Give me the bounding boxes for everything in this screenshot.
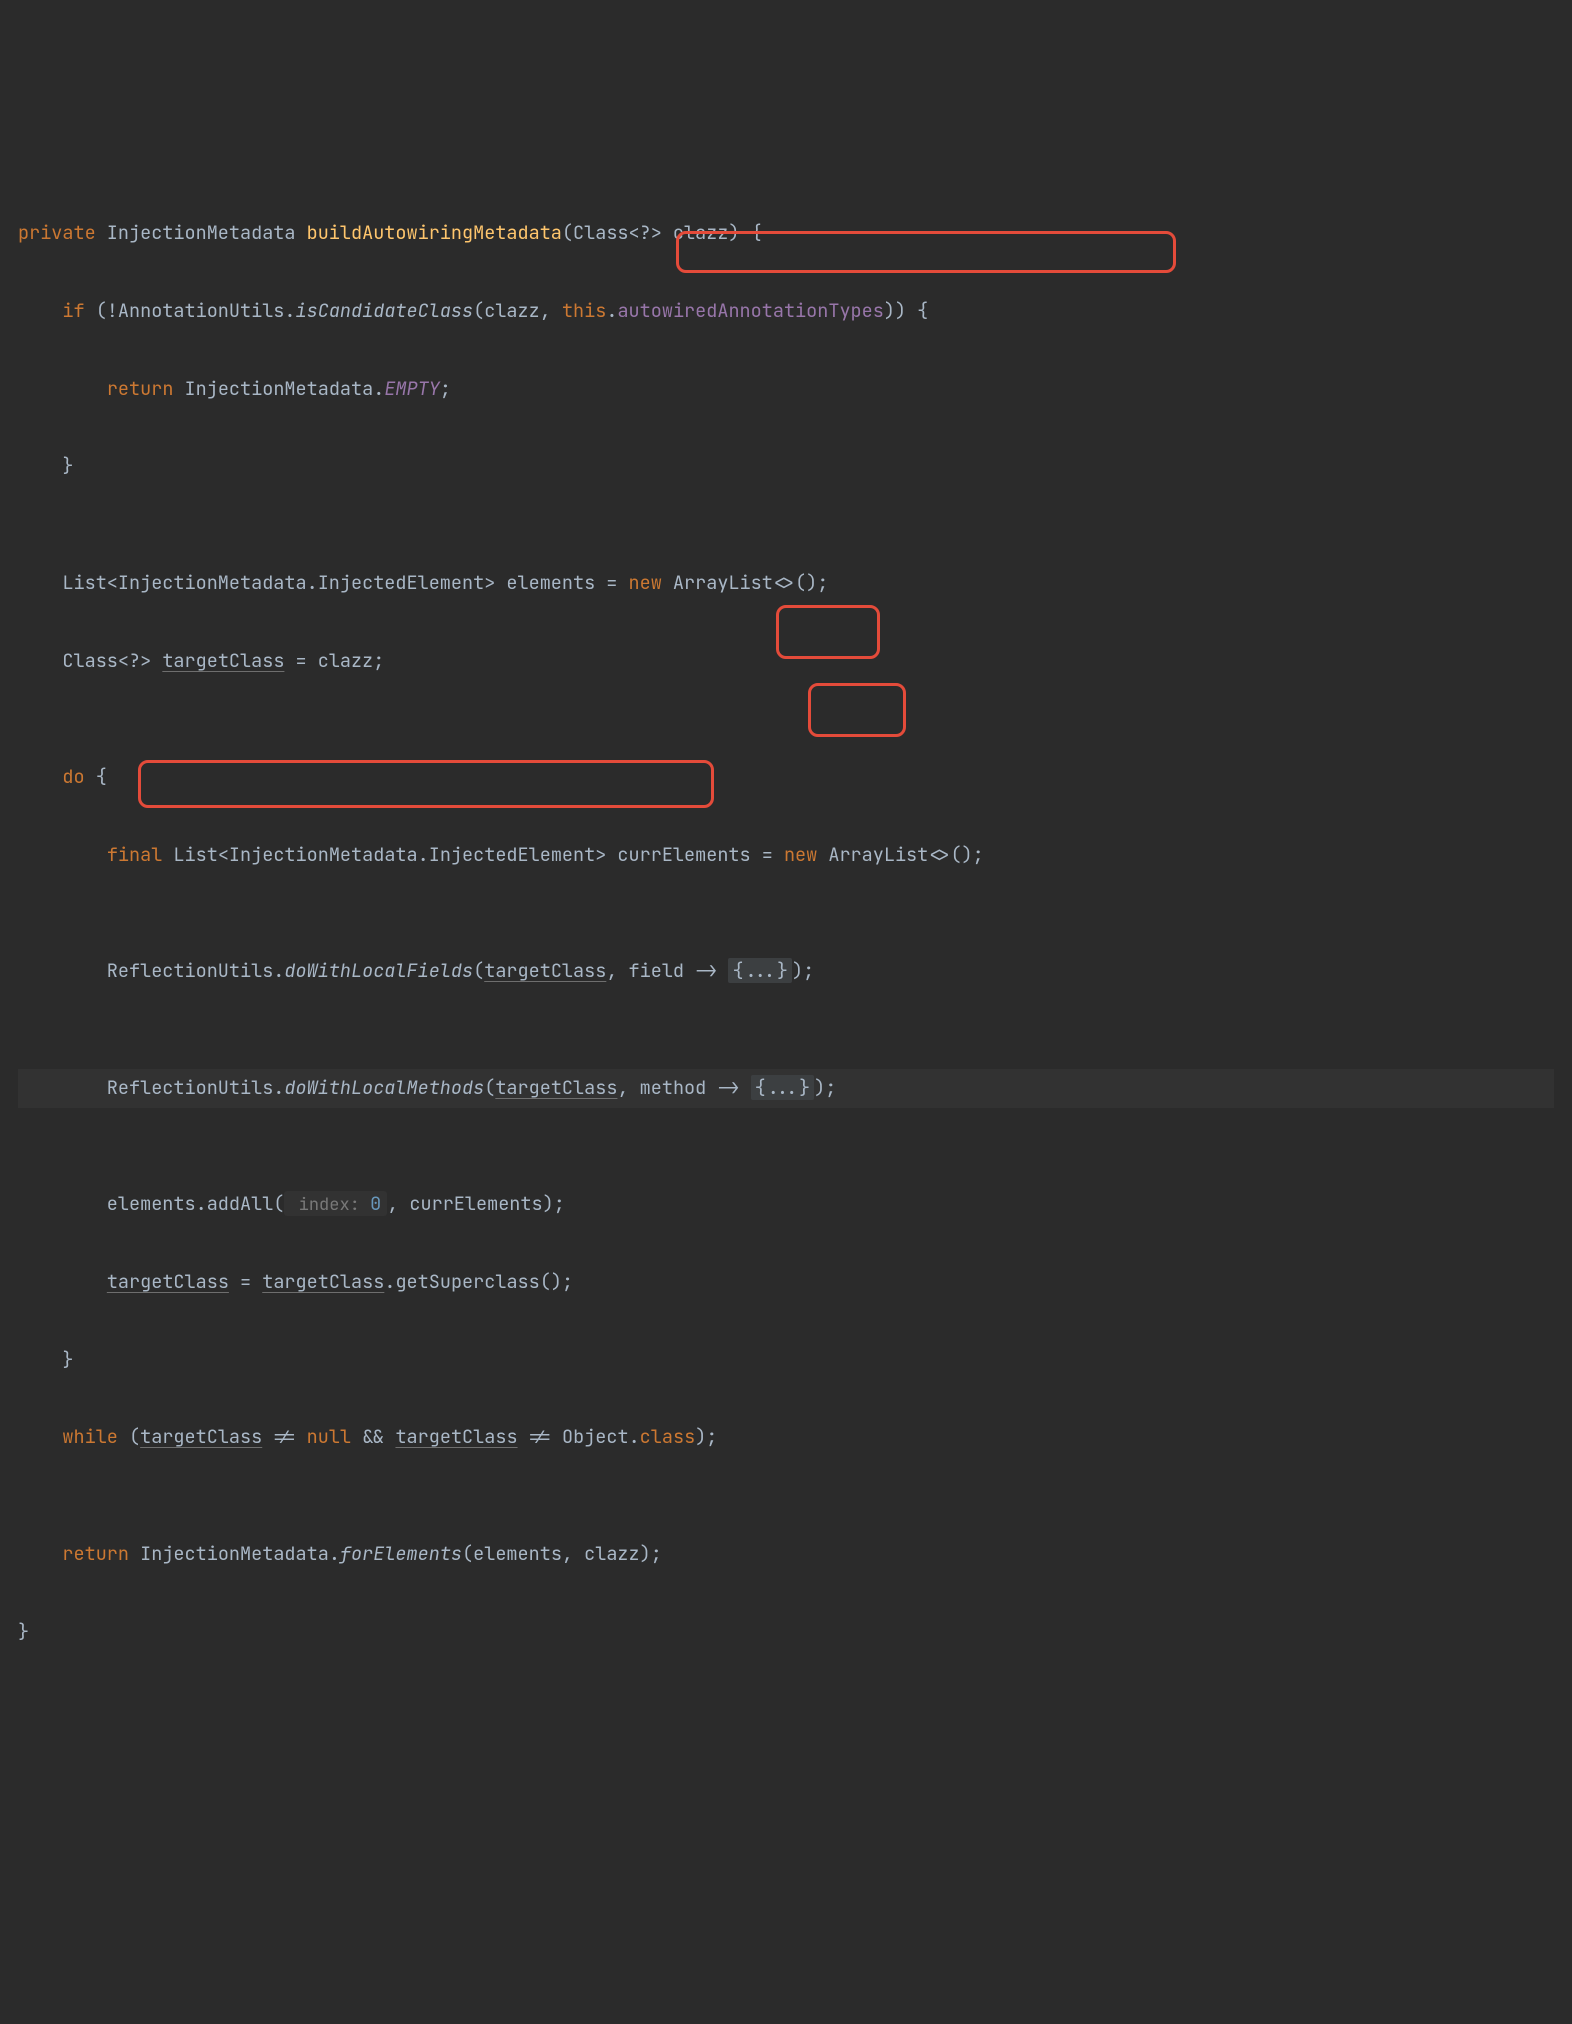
keyword-null: null <box>307 1424 351 1449</box>
code-line: List<InjectionMetadata.InjectedElement> … <box>18 564 1554 603</box>
keyword-final: final <box>107 842 163 867</box>
code-line-current: ReflectionUtils.doWithLocalMethods(targe… <box>18 1069 1554 1108</box>
variable-targetclass: targetClass <box>395 1424 517 1449</box>
code-line: Class<?> targetClass = clazz; <box>18 642 1554 681</box>
code-line: ReflectionUtils.doWithLocalFields(target… <box>18 952 1554 991</box>
code-editor[interactable]: private InjectionMetadata buildAutowirin… <box>18 175 1554 1884</box>
constant-empty: EMPTY <box>384 376 440 401</box>
variable-targetclass: targetClass <box>140 1424 262 1449</box>
keyword-while: while <box>62 1424 118 1449</box>
code-line: } <box>18 1341 1554 1380</box>
static-method-call: isCandidateClass <box>296 298 474 323</box>
method-name: buildAutowiringMetadata <box>307 220 562 245</box>
keyword-return: return <box>107 376 174 401</box>
code-line: do { <box>18 758 1554 797</box>
code-line: final List<InjectionMetadata.InjectedEle… <box>18 836 1554 875</box>
variable-targetclass: targetClass <box>107 1269 229 1294</box>
code-line: } <box>18 447 1554 486</box>
keyword-return: return <box>62 1541 129 1566</box>
code-line: while (targetClass != null && targetClas… <box>18 1418 1554 1457</box>
variable-targetclass: targetClass <box>484 958 606 983</box>
lambda-param-field: field <box>629 958 685 983</box>
code-line: elements.addAll( index: 0, currElements)… <box>18 1185 1554 1224</box>
field-ref: autowiredAnnotationTypes <box>617 298 883 323</box>
keyword-do: do <box>62 764 84 789</box>
number-literal: 0 <box>370 1191 381 1216</box>
variable-targetclass: targetClass <box>162 648 284 673</box>
code-line: if (!AnnotationUtils.isCandidateClass(cl… <box>18 292 1554 331</box>
code-fold[interactable]: {...} <box>751 1075 815 1100</box>
static-method-call: doWithLocalFields <box>284 958 473 983</box>
code-line: return InjectionMetadata.forElements(ele… <box>18 1535 1554 1574</box>
code-fold[interactable]: {...} <box>728 958 792 983</box>
keyword-class: class <box>640 1424 696 1449</box>
keyword-private: private <box>18 220 96 245</box>
variable-targetclass: targetClass <box>495 1075 617 1100</box>
static-method-call: doWithLocalMethods <box>284 1075 484 1100</box>
keyword-new: new <box>629 570 662 595</box>
code-line: targetClass = targetClass.getSuperclass(… <box>18 1263 1554 1302</box>
static-method-call: forElements <box>340 1541 462 1566</box>
code-line: private InjectionMetadata buildAutowirin… <box>18 214 1554 253</box>
parameter-hint: index: <box>288 1194 370 1216</box>
keyword-new: new <box>784 842 817 867</box>
code-line: } <box>18 1613 1554 1652</box>
lambda-param-method: method <box>640 1075 707 1100</box>
keyword-if: if <box>62 298 84 323</box>
keyword-this: this <box>562 298 606 323</box>
annotation-box <box>808 683 906 737</box>
variable-targetclass: targetClass <box>262 1269 384 1294</box>
code-line: return InjectionMetadata.EMPTY; <box>18 370 1554 409</box>
